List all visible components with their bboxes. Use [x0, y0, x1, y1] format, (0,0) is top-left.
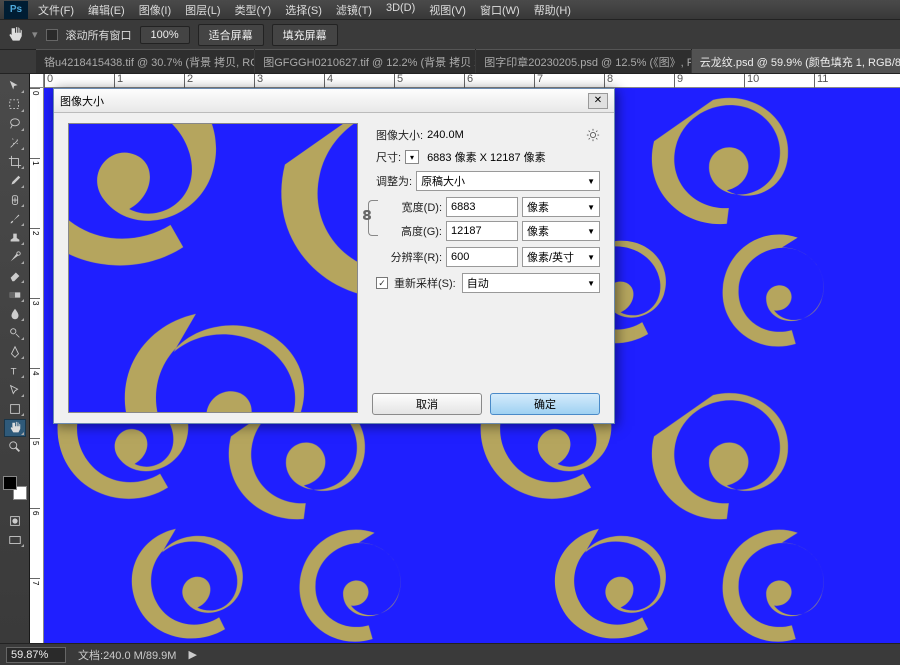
- brush-tool[interactable]: [4, 210, 26, 228]
- fit-to-label: 调整为:: [376, 173, 412, 189]
- menu-edit[interactable]: 编辑(E): [82, 0, 131, 20]
- app-logo: Ps: [4, 1, 28, 19]
- close-button[interactable]: ✕: [588, 93, 608, 109]
- zoom-tool[interactable]: [4, 438, 26, 456]
- status-bar: 文档:240.0 M/89.9M ▶: [0, 643, 900, 665]
- menu-3d[interactable]: 3D(D): [380, 0, 421, 20]
- shape-tool[interactable]: [4, 400, 26, 418]
- color-swatches[interactable]: [3, 476, 27, 500]
- zoom-input[interactable]: [6, 647, 66, 663]
- type-tool[interactable]: T: [4, 362, 26, 380]
- marquee-tool[interactable]: [4, 96, 26, 114]
- image-size-label: 图像大小:: [376, 127, 423, 143]
- hand-tool[interactable]: [4, 419, 26, 437]
- screenmode-toggle[interactable]: [4, 531, 26, 549]
- height-label: 高度(G):: [401, 223, 442, 239]
- link-icon[interactable]: 𝟴: [358, 207, 376, 224]
- dimensions-label: 尺寸:: [376, 149, 401, 165]
- quickmask-toggle[interactable]: [4, 512, 26, 530]
- menu-image[interactable]: 图像(I): [133, 0, 177, 20]
- menu-view[interactable]: 视图(V): [423, 0, 472, 20]
- pen-tool[interactable]: [4, 343, 26, 361]
- cancel-button[interactable]: 取消: [372, 393, 482, 415]
- status-arrow-icon[interactable]: ▶: [188, 648, 196, 661]
- ruler-horizontal[interactable]: 01234567891011: [44, 74, 900, 88]
- menu-help[interactable]: 帮助(H): [528, 0, 577, 20]
- doc-tab-3[interactable]: 图字印章20230205.psd @ 12.5% (《图》, R...×: [476, 49, 691, 73]
- svg-text:T: T: [10, 367, 16, 378]
- image-size-dialog: 图像大小 ✕ 图像大小: 240.0M 尺寸: ▾ 6883 像素 X 1218…: [53, 88, 615, 424]
- gear-icon[interactable]: [586, 128, 600, 142]
- image-size-value: 240.0M: [427, 129, 499, 141]
- history-brush-tool[interactable]: [4, 248, 26, 266]
- resolution-label: 分辨率(R):: [391, 249, 442, 265]
- scroll-all-checkbox[interactable]: [46, 29, 58, 41]
- dodge-tool[interactable]: [4, 324, 26, 342]
- move-tool[interactable]: [4, 77, 26, 95]
- resolution-input[interactable]: [446, 247, 518, 267]
- crop-tool[interactable]: [4, 153, 26, 171]
- menu-file[interactable]: 文件(F): [32, 0, 80, 20]
- width-label: 宽度(D):: [402, 199, 442, 215]
- menu-select[interactable]: 选择(S): [279, 0, 328, 20]
- wand-tool[interactable]: [4, 134, 26, 152]
- doc-tab-4[interactable]: 云龙纹.psd @ 59.9% (颜色填充 1, RGB/8) *×: [692, 49, 900, 73]
- doc-size-label: 文档:240.0 M/89.9M: [78, 647, 176, 663]
- dialog-title: 图像大小: [60, 93, 104, 109]
- lasso-tool[interactable]: [4, 115, 26, 133]
- dimensions-dropdown[interactable]: ▾: [405, 150, 419, 164]
- fill-screen-button[interactable]: 填充屏幕: [272, 24, 338, 46]
- gradient-tool[interactable]: [4, 286, 26, 304]
- resample-select[interactable]: 自动▼: [462, 273, 600, 293]
- height-unit-select[interactable]: 像素▼: [522, 221, 600, 241]
- menu-type[interactable]: 类型(Y): [229, 0, 278, 20]
- scroll-all-label: 滚动所有窗口: [66, 27, 132, 43]
- doc-tab-2[interactable]: 图GFGGH0210627.tif @ 12.2% (背景 拷贝 2...×: [255, 49, 475, 73]
- eraser-tool[interactable]: [4, 267, 26, 285]
- toolbar: T: [0, 74, 30, 643]
- fit-to-select[interactable]: 原稿大小▼: [416, 171, 600, 191]
- stamp-tool[interactable]: [4, 229, 26, 247]
- menu-layer[interactable]: 图层(L): [179, 0, 226, 20]
- ruler-origin[interactable]: [30, 74, 44, 88]
- preview-thumbnail[interactable]: [68, 123, 358, 413]
- width-unit-select[interactable]: 像素▼: [522, 197, 600, 217]
- path-select-tool[interactable]: [4, 381, 26, 399]
- fit-screen-button[interactable]: 适合屏幕: [198, 24, 264, 46]
- blur-tool[interactable]: [4, 305, 26, 323]
- eyedropper-tool[interactable]: [4, 172, 26, 190]
- main-menu: 文件(F) 编辑(E) 图像(I) 图层(L) 类型(Y) 选择(S) 滤镜(T…: [32, 0, 577, 20]
- menu-filter[interactable]: 滤镜(T): [330, 0, 378, 20]
- menu-window[interactable]: 窗口(W): [474, 0, 526, 20]
- doc-tab-1[interactable]: 铬u4218415438.tif @ 30.7% (背景 拷贝, RG...×: [36, 49, 254, 73]
- hand-tool-icon[interactable]: [6, 26, 24, 44]
- heal-tool[interactable]: [4, 191, 26, 209]
- width-input[interactable]: [446, 197, 518, 217]
- resolution-unit-select[interactable]: 像素/英寸▼: [522, 247, 600, 267]
- ruler-vertical[interactable]: 012345678: [30, 88, 44, 643]
- resample-label: 重新采样(S):: [394, 275, 456, 291]
- dimensions-value: 6883 像素 X 12187 像素: [423, 149, 600, 165]
- resample-checkbox[interactable]: ✓: [376, 277, 388, 289]
- zoom-100-button[interactable]: 100%: [140, 26, 190, 44]
- ok-button[interactable]: 确定: [490, 393, 600, 415]
- height-input[interactable]: [446, 221, 518, 241]
